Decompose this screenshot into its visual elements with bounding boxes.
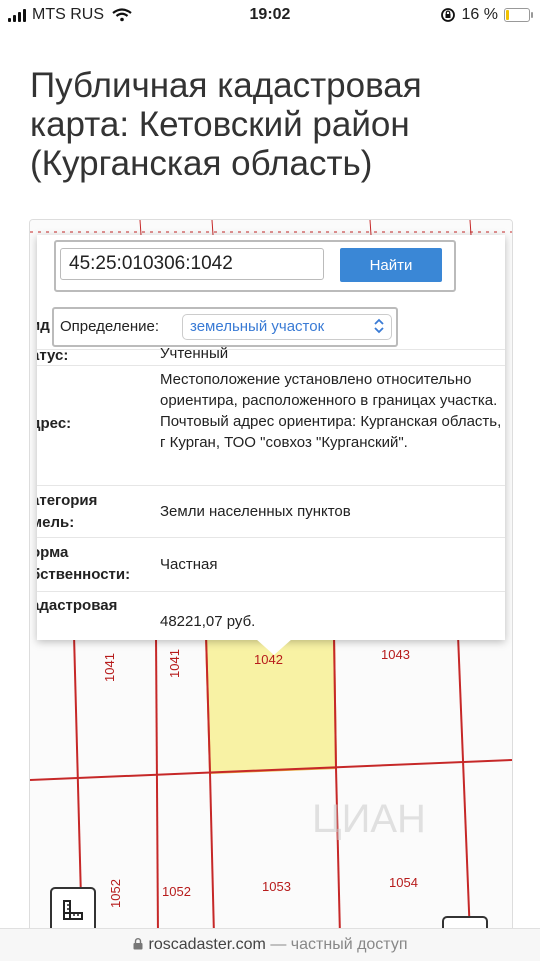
watermark: ЦИАН [312,797,426,841]
info-label: атус: [37,347,69,364]
address-text: roscadaster.com — частный доступ [0,936,540,954]
search-box: Найти [54,240,456,292]
access-note: — частный доступ [270,936,408,953]
info-label: ид [37,317,50,334]
info-label: орма бственности: [37,544,131,583]
info-row-status: атус: Учтенный [37,345,505,366]
info-row-ownership: орма бственности: Частная [37,537,505,592]
parcel-label-1053: 1053 [262,879,291,894]
definition-label: Определение: [60,318,160,335]
measure-button[interactable] [50,887,96,933]
chevron-updown-icon [374,318,384,334]
battery-info: 16 % [440,6,533,24]
parcel-label-1052-a: 1052 [108,879,123,908]
find-button[interactable]: Найти [340,248,442,282]
parcel-label-1052-b: 1052 [162,884,191,899]
lock-icon [133,938,142,950]
info-value: Земли населенных пунктов [160,503,351,520]
info-value: Местоположение установлено относительно … [160,371,502,451]
info-label: дрес: [37,415,72,432]
page-title: Публичная кадастровая карта: Кетовский р… [30,66,422,183]
domain: roscadaster.com [148,936,266,953]
parcel-label-1054: 1054 [389,875,418,890]
cadastral-number-input[interactable] [60,248,324,280]
battery-icon [504,8,533,22]
info-row-cadastral-value: адастровая 48221,07 руб. [37,591,505,640]
cadastral-map[interactable]: 1041 1041 1042 1043 1052 1052 1053 1054 … [29,219,513,937]
parcel-label-1043: 1043 [381,647,410,662]
status-bar: MTS RUS 19:02 16 % [0,0,540,32]
orientation-lock-icon [440,8,455,22]
parcel-label-1041-b: 1041 [167,649,182,678]
info-row-category: атегория мель: Земли населенных пунктов [37,485,505,538]
browser-address-bar[interactable]: roscadaster.com — частный доступ [0,928,540,961]
definition-box: Определение: земельный участок [52,307,398,347]
info-value: Частная [160,556,218,573]
info-row-address: дрес: Местоположение установлено относит… [37,365,505,486]
parcel-label-1041-a: 1041 [102,653,117,682]
ruler-icon [63,900,83,920]
battery-percent: 16 % [461,6,498,23]
parcel-info-panel: ид атус: Учтенный дрес: Местоположение у… [37,235,505,640]
definition-select[interactable]: земельный участок [182,314,392,340]
info-label: адастровая [37,597,118,614]
popup-pointer [256,639,292,655]
definition-select-value: земельный участок [190,318,325,335]
info-label: атегория мель: [37,492,98,531]
info-value: 48221,07 руб. [160,613,256,630]
